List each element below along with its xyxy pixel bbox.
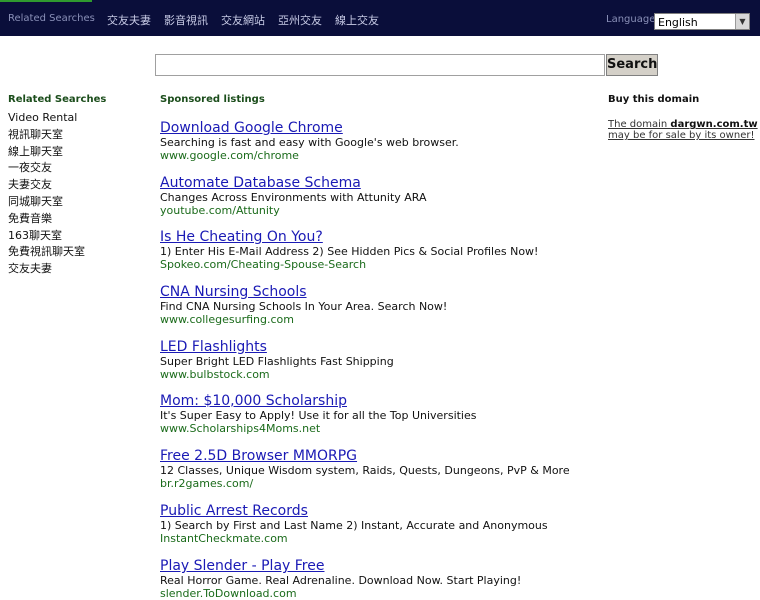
buy-domain-link[interactable]: The domain dargwn.com.tw may be for sale… <box>608 119 758 141</box>
ad-title-link[interactable]: CNA Nursing Schools <box>160 284 600 300</box>
sidebar-item[interactable]: 免費視訊聊天室 <box>8 244 85 261</box>
ad-title-link[interactable]: Play Slender - Play Free <box>160 558 600 574</box>
ad-description: 12 Classes, Unique Wisdom system, Raids,… <box>160 464 570 477</box>
ad-title-link[interactable]: Download Google Chrome <box>160 120 600 136</box>
sidebar-item[interactable]: Video Rental <box>8 110 85 127</box>
header-nav: 交友夫妻 影音視訊 交友網站 亞州交友 線上交友 <box>107 12 392 28</box>
ad-url-link[interactable]: br.r2games.com/ <box>160 477 600 490</box>
ad-description: Real Horror Game. Real Adrenaline. Downl… <box>160 574 522 587</box>
top-bar: Related Searches 交友夫妻 影音視訊 交友網站 亞州交友 線上交… <box>0 0 760 36</box>
search-input[interactable] <box>155 54 605 76</box>
search-button[interactable]: Search <box>606 54 658 76</box>
ad-title-link[interactable]: Free 2.5D Browser MMORPG <box>160 448 600 464</box>
ad-listing: CNA Nursing Schools Find CNA Nursing Sch… <box>160 284 600 326</box>
language-select-value: English <box>658 16 698 29</box>
sponsored-heading: Sponsored listings <box>160 94 265 105</box>
ad-description: 1) Enter His E-Mail Address 2) See Hidde… <box>160 245 539 258</box>
ad-listing: LED Flashlights Super Bright LED Flashli… <box>160 339 600 381</box>
ad-url-link[interactable]: youtube.com/Attunity <box>160 204 600 217</box>
ad-listing: Mom: $10,000 Scholarship It's Super Easy… <box>160 393 600 435</box>
ad-listing: Free 2.5D Browser MMORPG 12 Classes, Uni… <box>160 448 600 490</box>
sidebar-item[interactable]: 線上聊天室 <box>8 144 85 161</box>
ad-url-link[interactable]: www.Scholarships4Moms.net <box>160 422 600 435</box>
ad-title-link[interactable]: Mom: $10,000 Scholarship <box>160 393 600 409</box>
sidebar-item[interactable]: 同城聊天室 <box>8 194 85 211</box>
ad-description: 1) Search by First and Last Name 2) Inst… <box>160 519 548 532</box>
ad-description: Super Bright LED Flashlights Fast Shippi… <box>160 355 394 368</box>
language-label: Language <box>606 14 656 25</box>
ad-url-link[interactable]: www.bulbstock.com <box>160 368 600 381</box>
header-related-label: Related Searches <box>8 13 95 24</box>
sidebar-item[interactable]: 免費音樂 <box>8 211 85 228</box>
chevron-down-icon[interactable]: ▼ <box>735 14 749 29</box>
ad-url-link[interactable]: InstantCheckmate.com <box>160 532 600 545</box>
ad-description: Searching is fast and easy with Google's… <box>160 136 459 149</box>
ad-listing: Public Arrest Records 1) Search by First… <box>160 503 600 545</box>
ad-listing: Download Google Chrome Searching is fast… <box>160 120 600 162</box>
ad-url-link[interactable]: slender.ToDownload.com <box>160 587 600 600</box>
buy-text-after: may be for sale by its owner! <box>608 130 755 141</box>
sidebar-item[interactable]: 一夜交友 <box>8 160 85 177</box>
buy-domain-name: dargwn.com.tw <box>670 119 758 130</box>
sidebar-item[interactable]: 163聊天室 <box>8 228 85 245</box>
ad-listing: Play Slender - Play Free Real Horror Gam… <box>160 558 600 600</box>
ad-listing: Automate Database Schema Changes Across … <box>160 175 600 217</box>
ad-title-link[interactable]: Is He Cheating On You? <box>160 229 600 245</box>
ad-title-link[interactable]: Public Arrest Records <box>160 503 600 519</box>
sidebar-item[interactable]: 夫妻交友 <box>8 177 85 194</box>
ad-title-link[interactable]: LED Flashlights <box>160 339 600 355</box>
ad-description: Find CNA Nursing Schools In Your Area. S… <box>160 300 448 313</box>
sidebar-item[interactable]: 視訊聊天室 <box>8 127 85 144</box>
nav-link-5[interactable]: 線上交友 <box>335 12 379 28</box>
nav-link-2[interactable]: 影音視訊 <box>164 12 208 28</box>
buy-domain-heading: Buy this domain <box>608 94 700 105</box>
buy-text-before: The domain <box>608 119 671 130</box>
ad-url-link[interactable]: Spokeo.com/Cheating-Spouse-Search <box>160 258 600 271</box>
nav-link-1[interactable]: 交友夫妻 <box>107 12 151 28</box>
ad-url-link[interactable]: www.collegesurfing.com <box>160 313 600 326</box>
nav-link-4[interactable]: 亞州交友 <box>278 12 322 28</box>
ad-listing: Is He Cheating On You? 1) Enter His E-Ma… <box>160 229 600 271</box>
ad-title-link[interactable]: Automate Database Schema <box>160 175 600 191</box>
sidebar-list: Video Rental 視訊聊天室 線上聊天室 一夜交友 夫妻交友 同城聊天室… <box>8 110 85 278</box>
ad-description: It's Super Easy to Apply! Use it for all… <box>160 409 477 422</box>
top-accent-line <box>0 0 92 2</box>
sidebar-item[interactable]: 交友夫妻 <box>8 261 85 278</box>
nav-link-3[interactable]: 交友網站 <box>221 12 265 28</box>
language-select[interactable]: English ▼ <box>654 13 750 30</box>
ad-description: Changes Across Environments with Attunit… <box>160 191 427 204</box>
ad-url-link[interactable]: www.google.com/chrome <box>160 149 600 162</box>
sidebar-heading: Related Searches <box>8 94 107 105</box>
